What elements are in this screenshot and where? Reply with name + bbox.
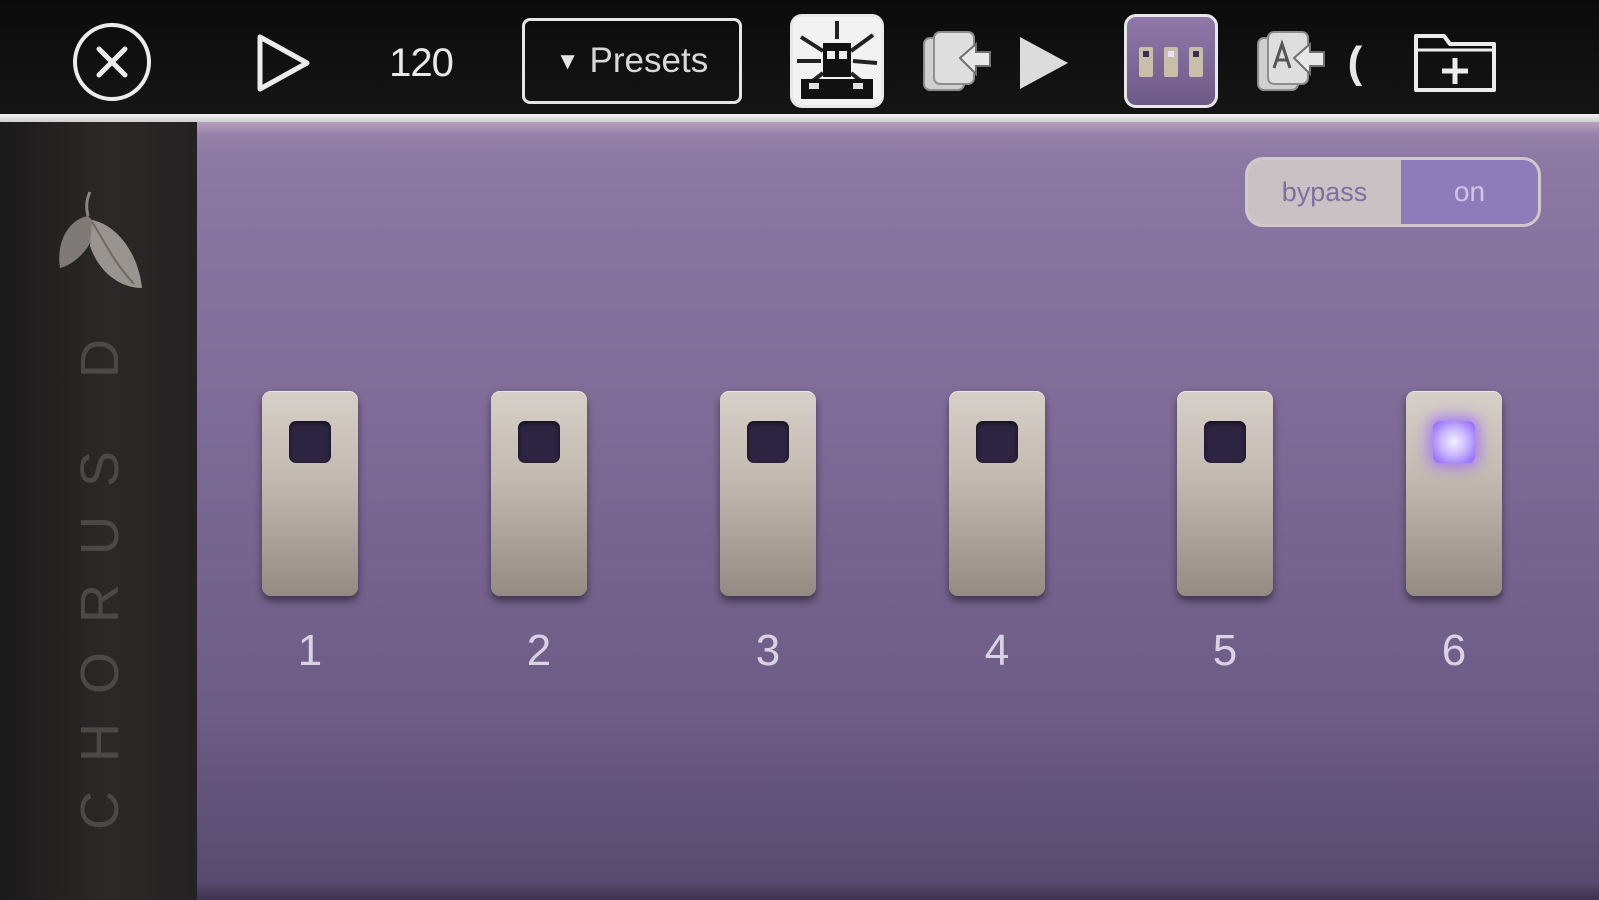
play-button[interactable] <box>255 33 313 93</box>
play-solid-icon <box>1020 37 1068 89</box>
tempo-value[interactable]: 120 <box>382 38 460 88</box>
switch-button[interactable] <box>1406 391 1502 596</box>
import-preset-button[interactable] <box>920 28 994 98</box>
led-indicator <box>518 421 560 463</box>
switch-6[interactable]: 6 <box>1406 391 1502 691</box>
import-audio-button[interactable] <box>1254 28 1328 98</box>
switch-button[interactable] <box>491 391 587 596</box>
new-folder-icon <box>1414 34 1496 92</box>
amp-view-button[interactable] <box>790 14 884 108</box>
play-outline-icon <box>257 34 310 92</box>
led-indicator <box>976 421 1018 463</box>
switch-label: 3 <box>755 626 781 675</box>
on-option[interactable]: on <box>1401 160 1538 224</box>
pedal-title: CHORUS D <box>70 309 130 831</box>
bypass-toggle[interactable]: bypass on <box>1245 157 1541 227</box>
toolbar-divider <box>0 114 1599 122</box>
led-indicator <box>1204 421 1246 463</box>
switch-button[interactable] <box>1177 391 1273 596</box>
switch-label: 5 <box>1212 626 1238 675</box>
switch-5[interactable]: 5 <box>1177 391 1273 691</box>
switch-button[interactable] <box>262 391 358 596</box>
pedal-panel: bypass on 1 2 3 4 5 6 <box>197 122 1599 900</box>
led-indicator <box>289 421 331 463</box>
switch-button[interactable] <box>949 391 1045 596</box>
import-preset-icon <box>923 31 991 91</box>
led-indicator <box>747 421 789 463</box>
dropdown-arrow-icon: ▼ <box>555 48 580 75</box>
switch-label: 2 <box>526 626 552 675</box>
leaf-logo-icon <box>59 191 142 288</box>
presets-label: Presets <box>589 41 709 80</box>
switch-4[interactable]: 4 <box>949 391 1045 691</box>
switch-button[interactable] <box>720 391 816 596</box>
cropped-icon-fragment: ( <box>1347 38 1363 87</box>
new-folder-button[interactable] <box>1412 26 1498 96</box>
bypass-option[interactable]: bypass <box>1248 160 1401 224</box>
close-button[interactable] <box>72 22 152 102</box>
import-audio-icon <box>1257 31 1325 91</box>
switch-3[interactable]: 3 <box>720 391 816 691</box>
switch-2[interactable]: 2 <box>491 391 587 691</box>
switch-label: 6 <box>1441 626 1467 675</box>
top-toolbar: 120 ▼ Presets ( <box>0 0 1599 114</box>
switch-label: 1 <box>297 626 323 675</box>
switch-label: 4 <box>984 626 1010 675</box>
close-icon <box>73 23 151 101</box>
pedal-thumbnail-icon <box>1139 47 1203 77</box>
preview-play-button[interactable] <box>1016 33 1072 93</box>
amp-thumbnail-icon <box>793 17 881 105</box>
led-indicator <box>1433 421 1475 463</box>
switch-1[interactable]: 1 <box>262 391 358 691</box>
presets-dropdown[interactable]: ▼ Presets <box>522 18 742 104</box>
pedal-view-button[interactable] <box>1124 14 1218 108</box>
